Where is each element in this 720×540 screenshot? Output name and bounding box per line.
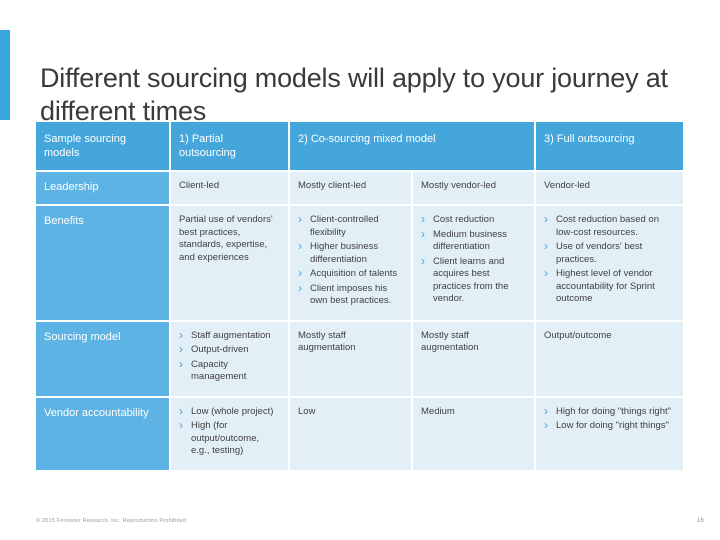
bullet-list: Client-controlled flexibility Higher bus…: [298, 213, 403, 308]
accent-bar: [0, 30, 10, 120]
cell-text: Output/outcome: [544, 329, 612, 341]
bullet-list: Low (whole project) High (for output/out…: [179, 405, 280, 458]
table-header-row: Sample sourcing models 1) Partial outsou…: [36, 122, 685, 172]
table-row: Sourcing model Staff augmentation Output…: [36, 320, 685, 398]
column-header-cosourcing: 2) Co-sourcing mixed model: [289, 122, 536, 172]
cell-benefits-co-b: Cost reduction Medium business different…: [412, 205, 536, 322]
table-row: Benefits Partial use of vendors' best pr…: [36, 205, 685, 322]
cell-vendor-co-b: Medium: [412, 396, 536, 472]
page-title: Different sourcing models will apply to …: [40, 63, 668, 127]
table-row: Vendor accountability Low (whole project…: [36, 396, 685, 472]
cell-benefits-full: Cost reduction based on low-cost resourc…: [535, 205, 685, 322]
cell-vendor-partial: Low (whole project) High (for output/out…: [170, 396, 290, 472]
cell-sourcing-co-a: Mostly staff augmentation: [289, 320, 413, 398]
footer-copyright: © 2015 Forrester Research, Inc. Reproduc…: [36, 518, 187, 524]
cell-text: Mostly vendor-led: [421, 180, 496, 191]
cell-sourcing-co-b: Mostly staff augmentation: [412, 320, 536, 398]
list-item: Staff augmentation: [179, 329, 280, 343]
list-item: High for doing "things right": [544, 405, 675, 419]
bullet-list: Cost reduction based on low-cost resourc…: [544, 213, 675, 306]
list-item: Capacity management: [179, 358, 280, 384]
column-header-models: Sample sourcing models: [36, 122, 171, 172]
list-item: Output-driven: [179, 343, 280, 357]
bullet-list: High for doing "things right" Low for do…: [544, 405, 675, 433]
list-item: Acquisition of talents: [298, 267, 403, 281]
row-label-vendor-accountability: Vendor accountability: [36, 396, 171, 472]
list-item: Highest level of vendor accountability f…: [544, 267, 675, 306]
row-label-sourcing-model: Sourcing model: [36, 320, 171, 398]
cell-text: Mostly client-led: [298, 180, 367, 191]
sourcing-models-table: Sample sourcing models 1) Partial outsou…: [36, 122, 685, 472]
cell-sourcing-full: Output/outcome: [535, 320, 685, 398]
cell-text: Client-led: [179, 180, 220, 191]
row-label-benefits: Benefits: [36, 205, 171, 322]
bullet-list: Cost reduction Medium business different…: [421, 213, 526, 306]
list-item: Client imposes his own best practices.: [298, 282, 403, 308]
cell-text: Partial use of vendors' best practices, …: [179, 214, 273, 263]
cell-text: Vendor-led: [544, 180, 590, 191]
list-item: Cost reduction based on low-cost resourc…: [544, 213, 675, 239]
cell-text: Low: [298, 405, 316, 417]
list-item: Cost reduction: [421, 213, 526, 227]
cell-text: Mostly staff augmentation: [421, 329, 479, 354]
list-item: Use of vendors' best practices.: [544, 240, 675, 266]
cell-vendor-full: High for doing "things right" Low for do…: [535, 396, 685, 472]
list-item: Higher business differentiation: [298, 240, 403, 266]
cell-benefits-co-a: Client-controlled flexibility Higher bus…: [289, 205, 413, 322]
bullet-list: Staff augmentation Output-driven Capacit…: [179, 329, 280, 384]
footer-page-number: 16: [696, 517, 704, 524]
cell-leadership-partial: Client-led: [170, 171, 290, 206]
cell-benefits-partial: Partial use of vendors' best practices, …: [170, 205, 290, 322]
list-item: High (for output/outcome, e.g., testing): [179, 419, 280, 458]
list-item: Client learns and acquires best practice…: [421, 255, 526, 306]
cell-text: Mostly staff augmentation: [298, 329, 356, 354]
row-label-leadership: Leadership: [36, 171, 171, 206]
list-item: Low for doing "right things": [544, 419, 675, 433]
cell-leadership-full: Vendor-led: [535, 171, 685, 206]
list-item: Client-controlled flexibility: [298, 213, 403, 239]
list-item: Medium business differentiation: [421, 228, 526, 254]
cell-leadership-co-b: Mostly vendor-led: [412, 171, 536, 206]
cell-sourcing-partial: Staff augmentation Output-driven Capacit…: [170, 320, 290, 398]
column-header-partial-outsourcing: 1) Partial outsourcing: [170, 122, 290, 172]
slide: Different sourcing models will apply to …: [0, 0, 720, 540]
table-body: Sample sourcing models 1) Partial outsou…: [36, 122, 685, 472]
table-row: Leadership Client-led Mostly client-led …: [36, 171, 685, 206]
list-item: Low (whole project): [179, 405, 280, 419]
cell-leadership-co-a: Mostly client-led: [289, 171, 413, 206]
cell-vendor-co-a: Low: [289, 396, 413, 472]
cell-text: Medium: [421, 405, 455, 417]
column-header-full-outsourcing: 3) Full outsourcing: [535, 122, 685, 172]
